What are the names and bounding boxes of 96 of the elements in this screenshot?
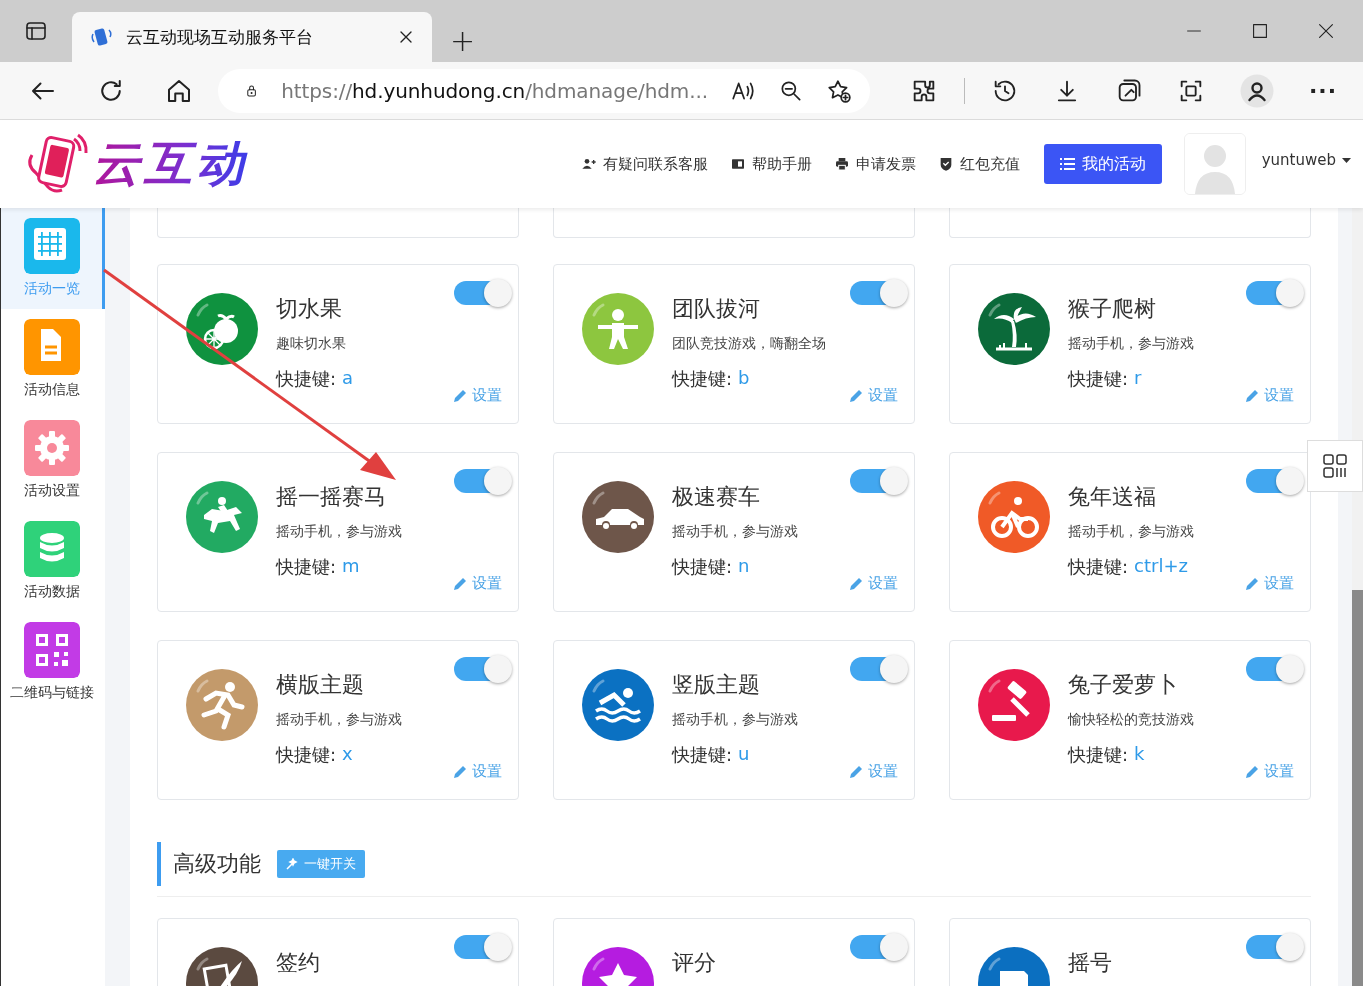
toggle-switch[interactable] bbox=[454, 933, 512, 961]
shortcut-label: 快捷键: bbox=[276, 743, 337, 767]
printer-icon bbox=[833, 156, 850, 172]
card-title: 兔年送福 bbox=[1068, 483, 1157, 511]
shortcut-key: k bbox=[1134, 743, 1145, 767]
add-user-icon bbox=[580, 156, 597, 172]
sidebar-label: 活动数据 bbox=[23, 583, 80, 601]
pencil-icon bbox=[849, 764, 863, 779]
header-link[interactable]: 帮助手册 bbox=[729, 154, 812, 174]
card-description: 摇动手机，参与游戏 bbox=[1068, 335, 1195, 353]
magic-wand-icon bbox=[286, 858, 298, 870]
sidebar-label: 活动信息 bbox=[23, 381, 80, 399]
pencil-icon bbox=[453, 388, 467, 403]
card-title: 猴子爬树 bbox=[1068, 295, 1157, 323]
shortcut-key: a bbox=[342, 367, 354, 391]
toggle-switch[interactable] bbox=[1246, 279, 1304, 307]
card-title: 摇号 bbox=[1068, 949, 1113, 977]
header-link[interactable]: 有疑问联系客服 bbox=[580, 154, 708, 174]
book-icon bbox=[729, 156, 746, 172]
shortcut-label: 快捷键: bbox=[276, 555, 337, 579]
sidebar-item[interactable]: 活动设置 bbox=[1, 410, 105, 511]
shortcut-label: 快捷键: bbox=[672, 367, 733, 391]
more-menu-button[interactable]: ··· bbox=[1309, 78, 1338, 103]
card-title: 竖版主题 bbox=[672, 671, 761, 699]
card-description: 团队竞技游戏，嗨翻全场 bbox=[672, 335, 827, 353]
toggle-switch[interactable] bbox=[850, 655, 908, 683]
card-description: 趣味切水果 bbox=[276, 335, 347, 353]
pencil-icon bbox=[453, 764, 467, 779]
card-description: 愉快轻松的竞技游戏 bbox=[1068, 711, 1195, 729]
sidebar-label: 活动一览 bbox=[23, 280, 80, 298]
toggle-switch[interactable] bbox=[850, 467, 908, 495]
sidebar-item[interactable]: 活动数据 bbox=[1, 511, 105, 612]
card-description: 摇动手机，参与游戏 bbox=[672, 523, 799, 541]
toggle-switch[interactable] bbox=[454, 279, 512, 307]
section-title: 高级功能 bbox=[173, 850, 261, 878]
url-text: https://hd.yunhudong.cn/hdmanage/hdm... bbox=[281, 78, 708, 103]
shortcut-key: b bbox=[738, 367, 750, 391]
toggle-switch[interactable] bbox=[1246, 933, 1304, 961]
list-icon bbox=[1059, 157, 1075, 171]
pencil-icon bbox=[1245, 388, 1259, 403]
caret-icon bbox=[1342, 157, 1351, 163]
card-description: 摇动手机，参与游戏 bbox=[672, 711, 799, 729]
address-bar[interactable]: https://hd.yunhudong.cn/hdmanage/hdm... bbox=[218, 68, 870, 113]
shortcut-key: m bbox=[342, 555, 360, 579]
pencil-icon bbox=[849, 388, 863, 403]
shortcut-label: 快捷键: bbox=[1068, 555, 1129, 579]
toggle-switch[interactable] bbox=[850, 279, 908, 307]
card-description: 摇动手机，参与游戏 bbox=[1068, 523, 1195, 541]
pencil-icon bbox=[849, 576, 863, 591]
sidebar-item[interactable]: 二维码与链接 bbox=[1, 612, 105, 713]
card-description: 摇动手机，参与游戏 bbox=[276, 711, 403, 729]
qr-panel-button[interactable] bbox=[1307, 440, 1363, 492]
pencil-icon bbox=[1245, 764, 1259, 779]
shortcut-label: 快捷键: bbox=[672, 743, 733, 767]
toggle-switch[interactable] bbox=[850, 933, 908, 961]
card-title: 摇一摇赛马 bbox=[276, 483, 387, 511]
sidebar-label: 活动设置 bbox=[23, 482, 80, 500]
shortcut-label: 快捷键: bbox=[1068, 743, 1129, 767]
card-title: 评分 bbox=[672, 949, 717, 977]
scrollbar[interactable] bbox=[1352, 208, 1363, 986]
card-title: 切水果 bbox=[276, 295, 343, 323]
header-link[interactable]: 红包充值 bbox=[937, 154, 1020, 174]
phone-icon bbox=[90, 26, 112, 48]
sidebar-label: 二维码与链接 bbox=[9, 684, 94, 702]
tab-actions-icon[interactable] bbox=[24, 19, 48, 43]
toggle-switch[interactable] bbox=[454, 655, 512, 683]
shortcut-key: x bbox=[342, 743, 353, 767]
card-description: 摇动手机，参与游戏 bbox=[276, 523, 403, 541]
pencil-icon bbox=[1245, 576, 1259, 591]
shortcut-label: 快捷键: bbox=[276, 367, 337, 391]
profile-icon[interactable] bbox=[1239, 72, 1275, 109]
card-title: 横版主题 bbox=[276, 671, 365, 699]
header-link[interactable]: 申请发票 bbox=[833, 154, 916, 174]
new-tab-button[interactable]: + bbox=[446, 26, 480, 56]
card-title: 签约 bbox=[276, 949, 321, 977]
sidebar-item[interactable]: 活动信息 bbox=[1, 309, 105, 410]
avatar bbox=[1183, 133, 1246, 195]
favorite-add-icon[interactable] bbox=[826, 77, 852, 104]
shortcut-key: ctrl+z bbox=[1134, 555, 1188, 579]
pencil-icon bbox=[453, 576, 467, 591]
shortcut-key: u bbox=[738, 743, 750, 767]
browser-tab[interactable]: 云互动现场互动服务平台 bbox=[72, 12, 432, 62]
my-activities-button[interactable]: 我的活动 bbox=[1043, 144, 1162, 184]
card-title: 极速赛车 bbox=[672, 483, 761, 511]
toggle-switch[interactable] bbox=[454, 467, 512, 495]
shortcut-key: r bbox=[1134, 367, 1142, 391]
card-title: 团队拔河 bbox=[672, 295, 761, 323]
shortcut-key: n bbox=[738, 555, 750, 579]
user-menu[interactable]: yuntuweb bbox=[1261, 151, 1351, 169]
app-grid-icon bbox=[1322, 453, 1348, 479]
tab-title: 云互动现场互动服务平台 bbox=[126, 25, 314, 49]
shortcut-label: 快捷键: bbox=[1068, 367, 1129, 391]
toggle-switch[interactable] bbox=[1246, 655, 1304, 683]
card-title: 兔子爱萝卜 bbox=[1068, 671, 1179, 699]
shortcut-label: 快捷键: bbox=[672, 555, 733, 579]
toggle-switch[interactable] bbox=[1246, 467, 1304, 495]
